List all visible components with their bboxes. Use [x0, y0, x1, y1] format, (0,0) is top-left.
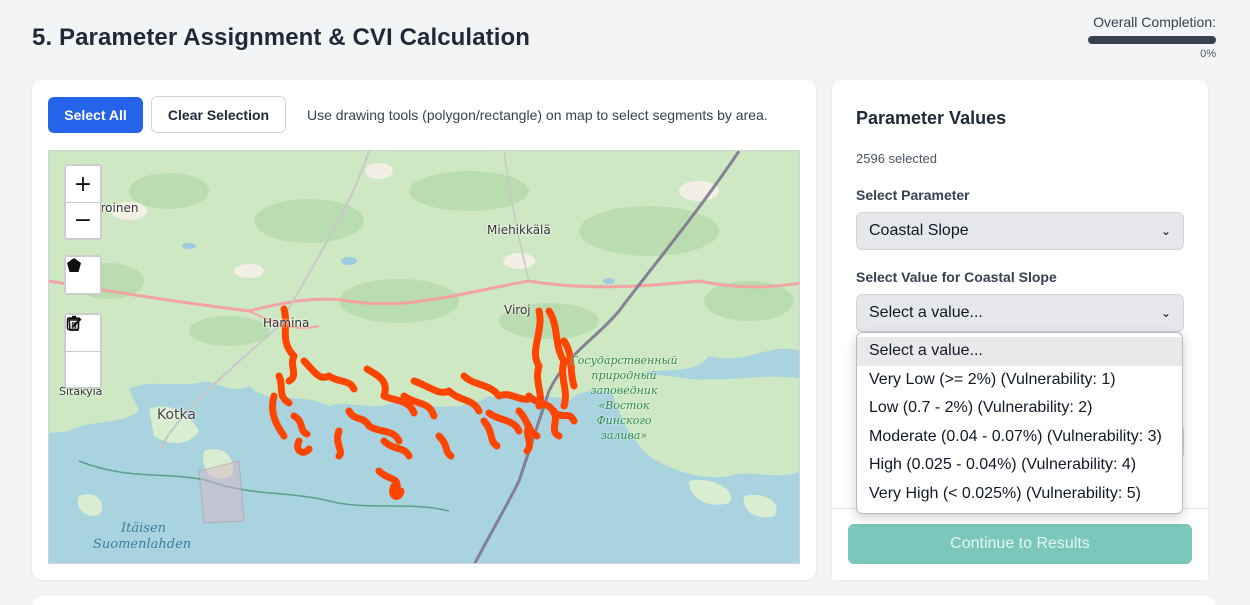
map-hint-text: Use drawing tools (polygon/rectangle) on… — [307, 107, 768, 123]
edit-control — [64, 313, 102, 389]
reserve-line-2: природный — [591, 369, 657, 382]
map-view[interactable]: nkeroinen Miehikkälä Hamina Viroj Sitaky… — [48, 150, 800, 564]
dropdown-option-moderate[interactable]: Moderate (0.04 - 0.07%) (Vulnerability: … — [857, 423, 1182, 452]
dropdown-option-very-low[interactable]: Very Low (>= 2%) (Vulnerability: 1) — [857, 366, 1182, 395]
value-select-placeholder: Select a value... — [869, 304, 983, 321]
map-label-kotka: Kotka — [157, 407, 196, 423]
completion-percent: 0% — [1200, 48, 1216, 60]
value-select[interactable]: Select a value... ⌄ — [856, 294, 1184, 332]
parameter-select[interactable]: Coastal Slope ⌄ — [856, 212, 1184, 250]
dropdown-option-placeholder[interactable]: Select a value... — [857, 337, 1182, 366]
draw-polygon-button[interactable] — [66, 257, 100, 293]
map-label-hamina: Hamina — [263, 316, 310, 330]
value-label: Select Value for Coastal Slope — [856, 269, 1057, 285]
trash-icon — [68, 315, 80, 331]
select-all-button[interactable]: Select All — [48, 97, 143, 133]
map-label-miehikkala: Miehikkälä — [487, 223, 551, 237]
overall-completion: Overall Completion: 0% — [1084, 14, 1216, 60]
completion-label: Overall Completion: — [1093, 14, 1216, 30]
map-label-sea-line2: Suomenlahden — [93, 537, 192, 552]
continue-to-results-button[interactable]: Continue to Results — [848, 524, 1192, 564]
parameter-select-value: Coastal Slope — [869, 222, 969, 239]
dropdown-option-very-high[interactable]: Very High (< 0.025%) (Vulnerability: 5) — [857, 480, 1182, 509]
clear-selection-button[interactable]: Clear Selection — [151, 96, 286, 133]
reserve-line-4: «Восток — [598, 399, 650, 412]
reserve-line-3: заповедник — [590, 384, 658, 397]
chevron-down-icon: ⌄ — [1160, 224, 1171, 238]
value-dropdown-menu: Select a value... Very Low (>= 2%) (Vuln… — [856, 332, 1183, 514]
reserve-line-1: Государственный — [570, 354, 678, 367]
page-title: 5. Parameter Assignment & CVI Calculatio… — [32, 24, 531, 51]
reserve-line-5: Финского — [596, 414, 652, 427]
zoom-control: + − — [64, 164, 102, 240]
pentagon-icon — [67, 258, 81, 272]
parameter-label: Select Parameter — [856, 187, 970, 203]
map-label-reserve: Государственный природный заповедник «Во… — [569, 353, 679, 443]
panel-title: Parameter Values — [856, 108, 1007, 128]
next-section-card — [32, 596, 1216, 605]
selected-count: 2596 selected — [856, 151, 937, 166]
dropdown-option-high[interactable]: High (0.025 - 0.04%) (Vulnerability: 4) — [857, 451, 1182, 480]
reserve-line-6: залива» — [600, 429, 648, 442]
completion-progress-bar — [1088, 36, 1216, 44]
map-tiles — [49, 151, 799, 563]
dropdown-option-low[interactable]: Low (0.7 - 2%) (Vulnerability: 2) — [857, 394, 1182, 423]
zoom-in-button[interactable]: + — [66, 166, 100, 202]
draw-control — [64, 255, 102, 295]
map-label-sea-line1: Itäisen — [121, 521, 167, 536]
map-card: Select All Clear Selection Use drawing t… — [32, 80, 816, 580]
delete-layers-button[interactable] — [66, 315, 100, 387]
chevron-down-icon: ⌄ — [1160, 306, 1171, 320]
zoom-out-button[interactable]: − — [66, 202, 100, 238]
map-label-virojoki: Viroj — [504, 303, 531, 317]
